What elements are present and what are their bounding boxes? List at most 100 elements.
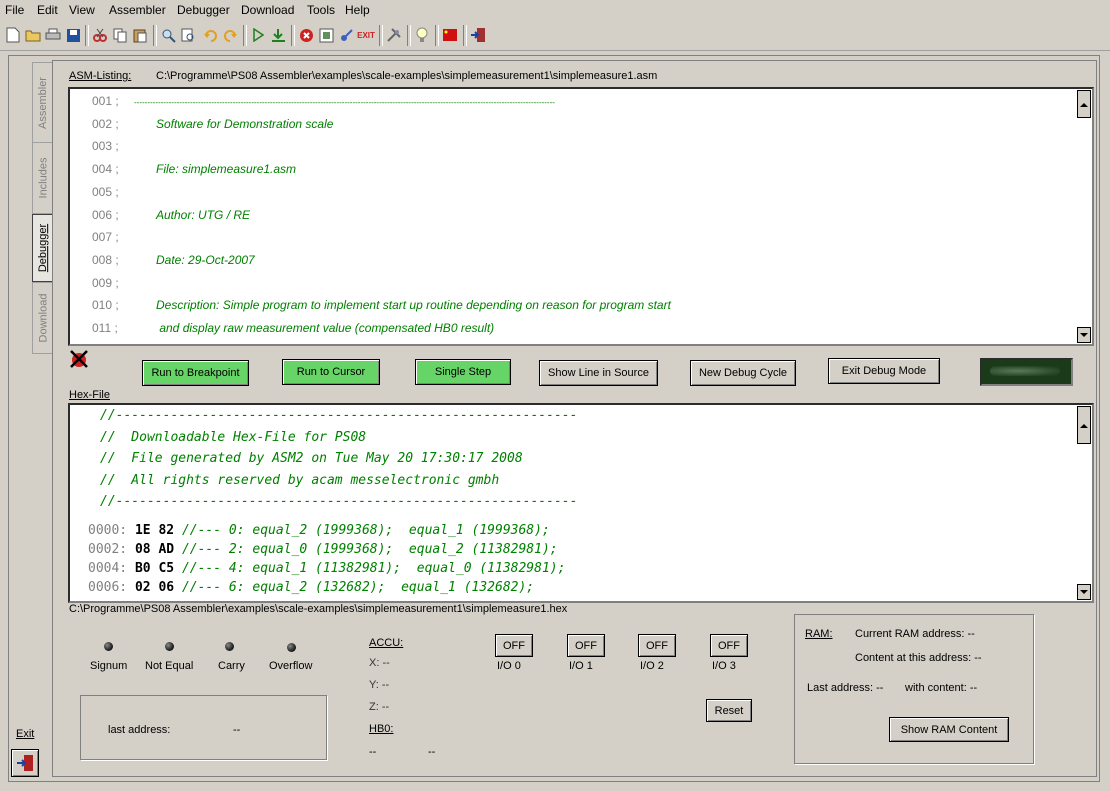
asm-line[interactable]: 005 ; [92, 185, 156, 199]
exit-label: Exit [16, 728, 35, 740]
asm-line[interactable]: 012 ; [92, 344, 156, 345]
settings-icon[interactable] [384, 25, 404, 45]
hb0-value-2: -- [428, 746, 436, 758]
menu-view[interactable]: View [69, 3, 95, 17]
ram-with-content: with content: -- [905, 682, 978, 694]
signum-label: Signum [90, 660, 128, 672]
tab-assembler[interactable]: Assembler [32, 62, 53, 144]
exit-button[interactable] [11, 749, 39, 777]
breakpoint-off-icon[interactable] [69, 349, 89, 369]
overflow-label: Overflow [269, 660, 313, 672]
io0-toggle-button[interactable]: OFF [495, 634, 533, 657]
scroll-up-icon[interactable] [1077, 90, 1091, 118]
accu-label: ACCU: [369, 637, 404, 649]
print-icon[interactable] [43, 25, 63, 45]
download-icon[interactable] [268, 25, 288, 45]
hex-row[interactable]: 0002: 08 AD //--- 2: equal_0 (1999368); … [88, 542, 558, 557]
undo-icon[interactable] [200, 25, 220, 45]
hex-row[interactable]: 0006: 02 06 //--- 6: equal_2 (132682); e… [88, 580, 534, 595]
not-equal-label: Not Equal [145, 660, 194, 672]
new-debug-cycle-button[interactable]: New Debug Cycle [690, 360, 796, 386]
asm-line[interactable]: 006 ; Author: UTG / RE [92, 208, 250, 222]
hex-header-line: //--------------------------------------… [100, 494, 578, 509]
scroll-down-icon[interactable] [1077, 584, 1091, 600]
not-equal-led-icon [165, 642, 174, 651]
scroll-up-icon[interactable] [1077, 406, 1091, 444]
hex-bytes: 02 06 [134, 580, 175, 595]
run-icon[interactable] [248, 25, 268, 45]
debug-icon[interactable] [316, 25, 336, 45]
reset-button[interactable]: Reset [706, 699, 752, 722]
connect-icon[interactable] [336, 25, 356, 45]
asm-line[interactable]: 001 ; -----------------------------------… [92, 94, 555, 108]
asm-line[interactable]: 010 ; Description: Simple program to impl… [92, 298, 671, 312]
run-to-cursor-button[interactable]: Run to Cursor [282, 359, 380, 385]
io3-label: I/O 3 [712, 660, 736, 672]
save-icon[interactable] [63, 25, 83, 45]
asm-line[interactable]: 004 ; File: simplemeasure1.asm [92, 162, 296, 176]
menu-debugger[interactable]: Debugger [177, 3, 230, 17]
io1-label: I/O 1 [569, 660, 593, 672]
bulb-icon[interactable] [412, 25, 432, 45]
asm-line-text: File: simplemeasure1.asm [156, 162, 297, 177]
io0-label: I/O 0 [497, 660, 521, 672]
tab-debugger[interactable]: Debugger [32, 214, 53, 282]
run-to-breakpoint-button[interactable]: Run to Breakpoint [142, 360, 249, 386]
menu-file[interactable]: File [5, 3, 24, 17]
menu-bar: File Edit View Assembler Debugger Downlo… [0, 0, 1110, 20]
menu-edit[interactable]: Edit [37, 3, 58, 17]
exit-icon[interactable]: EXIT [356, 25, 376, 45]
asm-listing-box[interactable]: 001 ; -----------------------------------… [68, 87, 1094, 346]
find-icon[interactable] [158, 25, 178, 45]
copy-icon[interactable] [110, 25, 130, 45]
menu-assembler[interactable]: Assembler [109, 3, 166, 17]
show-line-in-source-button[interactable]: Show Line in Source [539, 360, 658, 386]
redo-icon[interactable] [220, 25, 240, 45]
asm-line[interactable]: 003 ; [92, 139, 156, 153]
asm-line[interactable]: 007 ; [92, 230, 156, 244]
exit-debug-mode-button[interactable]: Exit Debug Mode [828, 358, 940, 384]
asm-line[interactable]: 008 ; Date: 29-Oct-2007 [92, 253, 255, 267]
menu-help[interactable]: Help [345, 3, 370, 17]
tab-download[interactable]: Download [32, 282, 53, 354]
hb0-value-1: -- [369, 746, 377, 758]
asm-line[interactable]: 002 ; Software for Demonstration scale [92, 117, 333, 131]
ram-last-address: Last address: -- [807, 682, 884, 694]
hex-row[interactable]: 0000: 1E 82 //--- 0: equal_2 (1999368); … [88, 523, 550, 538]
carry-label: Carry [218, 660, 245, 672]
io2-toggle-button[interactable]: OFF [638, 634, 676, 657]
asm-scrollbar[interactable] [1076, 89, 1092, 344]
asm-line-number: 005 ; [92, 184, 119, 199]
asm-line-text: Date: 29-Oct-2007 [156, 252, 255, 267]
stop-icon[interactable] [296, 25, 316, 45]
open-folder-icon[interactable] [23, 25, 43, 45]
asm-line-number: 007 ; [92, 230, 119, 245]
hex-scrollbar[interactable] [1076, 405, 1092, 601]
asm-line[interactable]: 009 ; [92, 276, 156, 290]
paste-icon[interactable] [130, 25, 150, 45]
search-icon[interactable] [178, 25, 198, 45]
scroll-down-icon[interactable] [1077, 327, 1091, 343]
asm-line-number: 002 ; [92, 116, 119, 131]
io3-toggle-button[interactable]: OFF [710, 634, 748, 657]
cut-icon[interactable] [90, 25, 110, 45]
current-ram-address: Current RAM address: -- [855, 628, 975, 640]
single-step-button[interactable]: Single Step [415, 359, 511, 385]
asm-file-path: C:\Programme\PS08 Assembler\examples\sca… [156, 70, 658, 82]
new-file-icon[interactable] [3, 25, 23, 45]
tab-includes[interactable]: Includes [32, 142, 53, 214]
exit-door-icon [17, 755, 33, 771]
menu-tools[interactable]: Tools [307, 3, 335, 17]
ram-label: RAM: [805, 628, 833, 640]
door-exit-icon[interactable] [468, 25, 488, 45]
show-ram-content-button[interactable]: Show RAM Content [889, 717, 1009, 742]
asm-line[interactable]: 011 ; and display raw measurement value … [92, 321, 494, 335]
menu-download[interactable]: Download [241, 3, 294, 17]
status-indicator [980, 358, 1073, 386]
accu-z: Z: -- [369, 701, 390, 713]
flag-icon[interactable] [440, 25, 460, 45]
hex-row[interactable]: 0004: B0 C5 //--- 4: equal_1 (11382981);… [88, 561, 565, 576]
asm-line-number: 010 ; [92, 298, 119, 313]
hex-file-box[interactable]: //--------------------------------------… [68, 403, 1094, 603]
io1-toggle-button[interactable]: OFF [567, 634, 605, 657]
